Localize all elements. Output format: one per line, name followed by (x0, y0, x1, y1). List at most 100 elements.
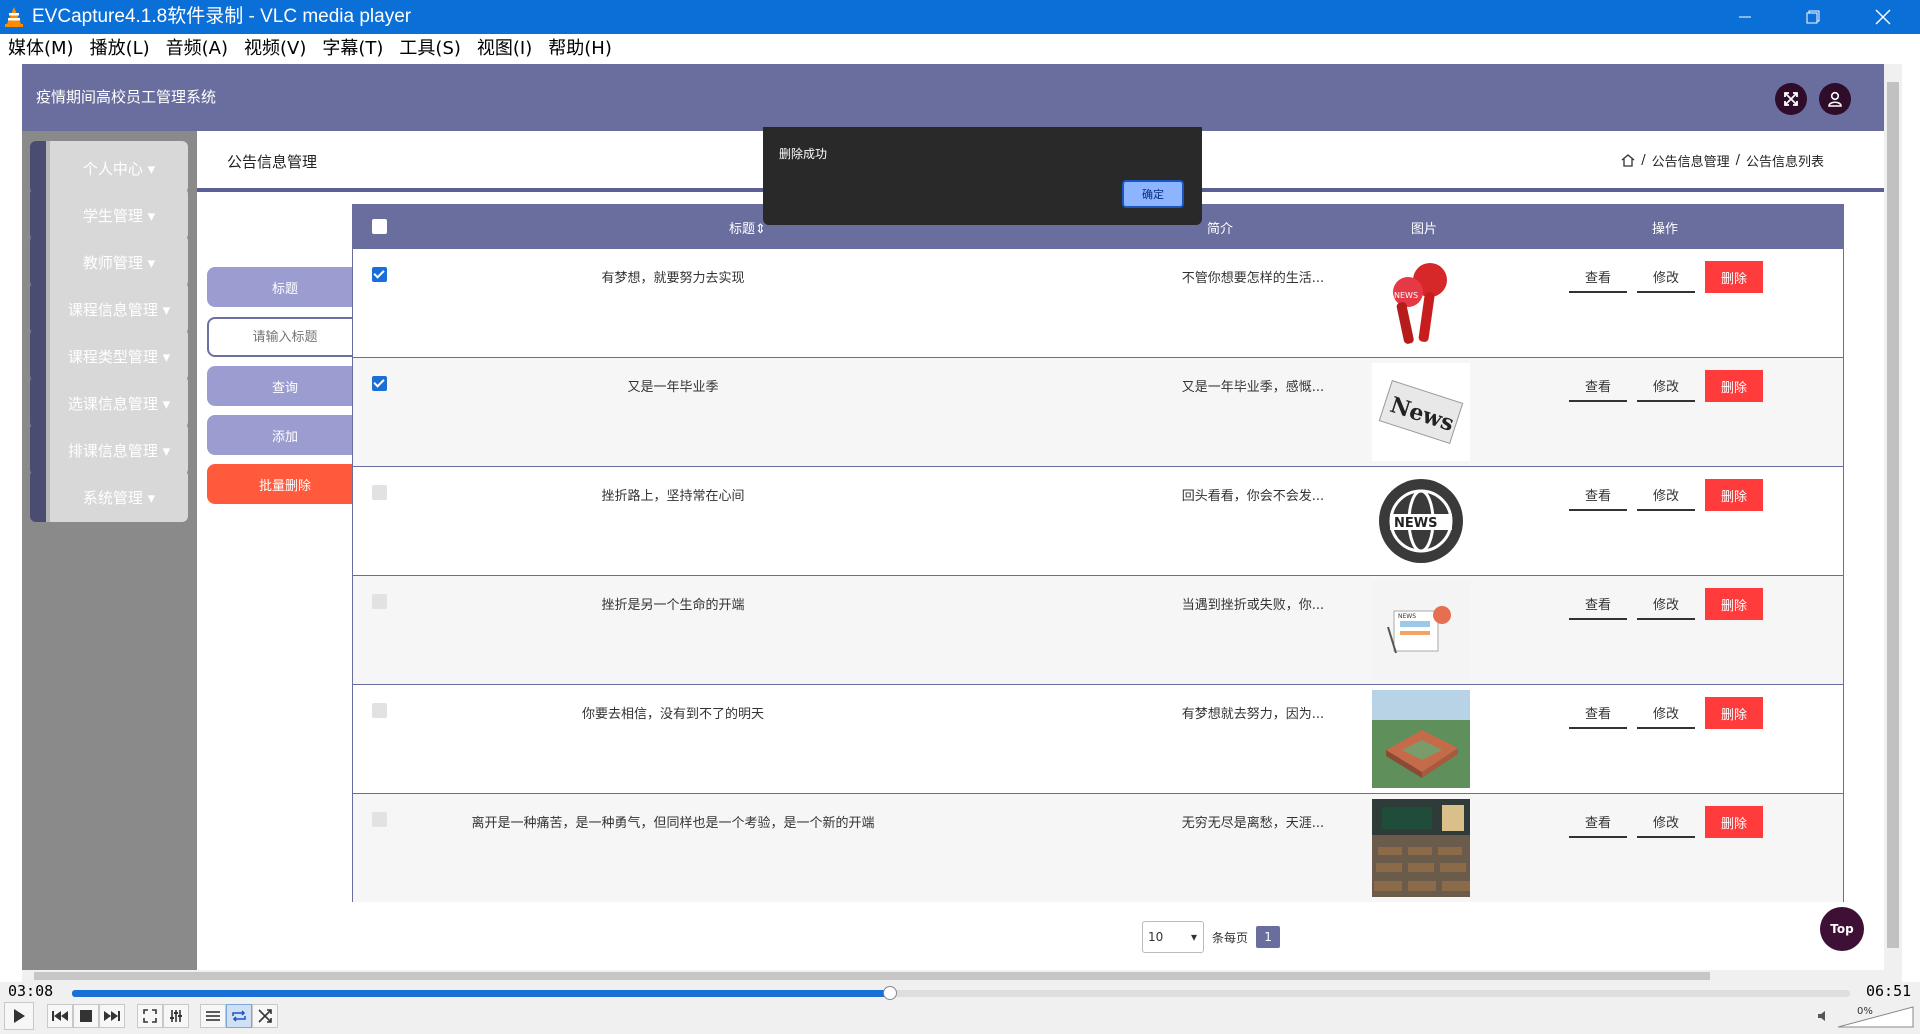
sidebar-item-students[interactable]: 学生管理 ▾ (30, 188, 188, 240)
search-input[interactable] (207, 317, 363, 357)
view-button[interactable]: 查看 (1569, 479, 1627, 511)
next-button[interactable] (99, 1004, 125, 1028)
sidebar-item-teachers[interactable]: 教师管理 ▾ (30, 235, 188, 287)
delete-button[interactable]: 删除 (1705, 697, 1763, 729)
seek-bar[interactable] (72, 986, 1850, 1000)
row-checkbox[interactable] (372, 376, 387, 391)
play-button[interactable] (4, 1002, 34, 1030)
fullscreen-toggle-button[interactable] (137, 1004, 163, 1028)
user-icon (1828, 91, 1842, 107)
row-checkbox[interactable] (372, 485, 387, 500)
delete-button[interactable]: 删除 (1705, 370, 1763, 402)
per-page-label: 条每页 (1212, 930, 1249, 945)
vlc-title-bar: EVCapture4.1.8软件录制 - VLC media player (0, 0, 1920, 34)
row-checkbox[interactable] (372, 267, 387, 282)
column-header-intro: 简介 (1207, 222, 1234, 237)
menu-video[interactable]: 视频(V) (236, 34, 314, 64)
view-button[interactable]: 查看 (1569, 697, 1627, 729)
view-button[interactable]: 查看 (1569, 370, 1627, 402)
vlc-menu-bar: 媒体(M) 播放(L) 音频(A) 视频(V) 字幕(T) 工具(S) 视图(I… (0, 34, 1920, 64)
previous-button[interactable] (47, 1004, 73, 1028)
add-button[interactable]: 添加 (207, 415, 363, 455)
sidebar-item-course-types[interactable]: 课程类型管理 ▾ (30, 329, 188, 381)
row-checkbox[interactable] (372, 703, 387, 718)
campus-building-image[interactable] (1372, 690, 1470, 788)
view-button[interactable]: 查看 (1569, 261, 1627, 293)
loop-button[interactable] (226, 1004, 252, 1028)
query-button[interactable]: 查询 (207, 366, 363, 406)
fullscreen-button[interactable] (1775, 83, 1807, 115)
search-field-label: 标题 (207, 267, 363, 307)
volume-icon[interactable] (1817, 1009, 1831, 1023)
microphone-news-image[interactable]: LIVE NEWS (1372, 254, 1470, 352)
vertical-scrollbar[interactable] (1884, 64, 1902, 970)
window-title: EVCapture4.1.8软件录制 - VLC media player (32, 6, 412, 27)
sidebar-item-label: 选课信息管理 (67, 395, 158, 413)
delete-button[interactable]: 删除 (1705, 588, 1763, 620)
news-illustration-image[interactable]: NEWS (1372, 581, 1470, 679)
playlist-button[interactable] (200, 1004, 226, 1028)
edit-button[interactable]: 修改 (1637, 370, 1695, 402)
loop-icon (232, 1010, 246, 1022)
sidebar-item-label: 课程信息管理 (67, 301, 158, 319)
page-number[interactable]: 1 (1256, 926, 1281, 948)
user-button[interactable] (1819, 83, 1851, 115)
sidebar-item-label: 课程类型管理 (67, 348, 158, 366)
batch-delete-button[interactable]: 批量删除 (207, 464, 363, 504)
shuffle-button[interactable] (252, 1004, 278, 1028)
view-button[interactable]: 查看 (1569, 806, 1627, 838)
close-button[interactable] (1848, 0, 1918, 34)
extended-settings-button[interactable] (163, 1004, 189, 1028)
notice-table: 标题⇕ 简介 图片 操作 有梦想，就要努力去实现 不管你想要怎样的生活... LIV… (352, 204, 1844, 902)
menu-media[interactable]: 媒体(M) (4, 34, 82, 64)
home-icon[interactable] (1621, 154, 1635, 167)
page-size-select[interactable]: 10 ▾ (1142, 921, 1204, 953)
stop-button[interactable] (73, 1004, 99, 1028)
view-button[interactable]: 查看 (1569, 588, 1627, 620)
row-title: 又是一年毕业季 (627, 380, 719, 395)
elapsed-time: 03:08 (8, 982, 54, 1000)
edit-button[interactable]: 修改 (1637, 806, 1695, 838)
sidebar-item-scheduling[interactable]: 排课信息管理 ▾ (30, 423, 188, 475)
column-header-title[interactable]: 标题⇕ (729, 218, 766, 237)
row-checkbox[interactable] (372, 812, 387, 827)
globe-news-image[interactable]: NEWS (1372, 472, 1470, 570)
sidebar-item-enrollment[interactable]: 选课信息管理 ▾ (30, 376, 188, 428)
back-to-top-button[interactable]: Top (1820, 907, 1864, 951)
menu-subtitle[interactable]: 字幕(T) (314, 34, 391, 64)
page-title: 公告信息管理 (227, 153, 318, 171)
table-row: 挫折路上，坚持常在心间 回头看看，你会不会发... NEWS 查看 修改 删除 (353, 466, 1843, 575)
sidebar-item-label: 系统管理 (82, 489, 143, 507)
classroom-image[interactable] (1372, 799, 1470, 897)
chevron-down-icon: ▾ (1190, 930, 1197, 944)
edit-button[interactable]: 修改 (1637, 697, 1695, 729)
sidebar-item-courses[interactable]: 课程信息管理 ▾ (30, 282, 188, 334)
restore-button[interactable] (1778, 0, 1848, 34)
menu-playback[interactable]: 播放(L) (82, 34, 158, 64)
menu-help[interactable]: 帮助(H) (540, 34, 620, 64)
edit-button[interactable]: 修改 (1637, 261, 1695, 293)
newspaper-image[interactable]: News (1372, 363, 1470, 461)
svg-text:NEWS: NEWS (1398, 613, 1416, 620)
edit-button[interactable]: 修改 (1637, 479, 1695, 511)
select-all-checkbox[interactable] (372, 219, 387, 234)
sidebar-item-system[interactable]: 系统管理 ▾ (30, 470, 188, 522)
sidebar-item-profile[interactable]: 个人中心 ▾ (30, 141, 188, 193)
delete-button[interactable]: 删除 (1705, 261, 1763, 293)
minimize-button[interactable] (1710, 0, 1780, 34)
row-checkbox[interactable] (372, 594, 387, 609)
delete-button[interactable]: 删除 (1705, 479, 1763, 511)
row-intro: 有梦想就去努力，因为... (1181, 707, 1325, 722)
breadcrumb-item[interactable]: 公告信息管理 (1652, 151, 1730, 170)
menu-tools[interactable]: 工具(S) (391, 34, 468, 64)
volume-slider[interactable] (1838, 1006, 1914, 1028)
horizontal-scrollbar[interactable] (22, 970, 1902, 982)
menu-audio[interactable]: 音频(A) (158, 34, 236, 64)
menu-view[interactable]: 视图(I) (469, 34, 540, 64)
delete-button[interactable]: 删除 (1705, 806, 1763, 838)
dialog-ok-button[interactable]: 确定 (1122, 180, 1184, 208)
equalizer-icon (170, 1010, 182, 1022)
edit-button[interactable]: 修改 (1637, 588, 1695, 620)
breadcrumb-item: 公告信息列表 (1745, 155, 1824, 170)
seek-handle[interactable] (882, 986, 897, 1000)
